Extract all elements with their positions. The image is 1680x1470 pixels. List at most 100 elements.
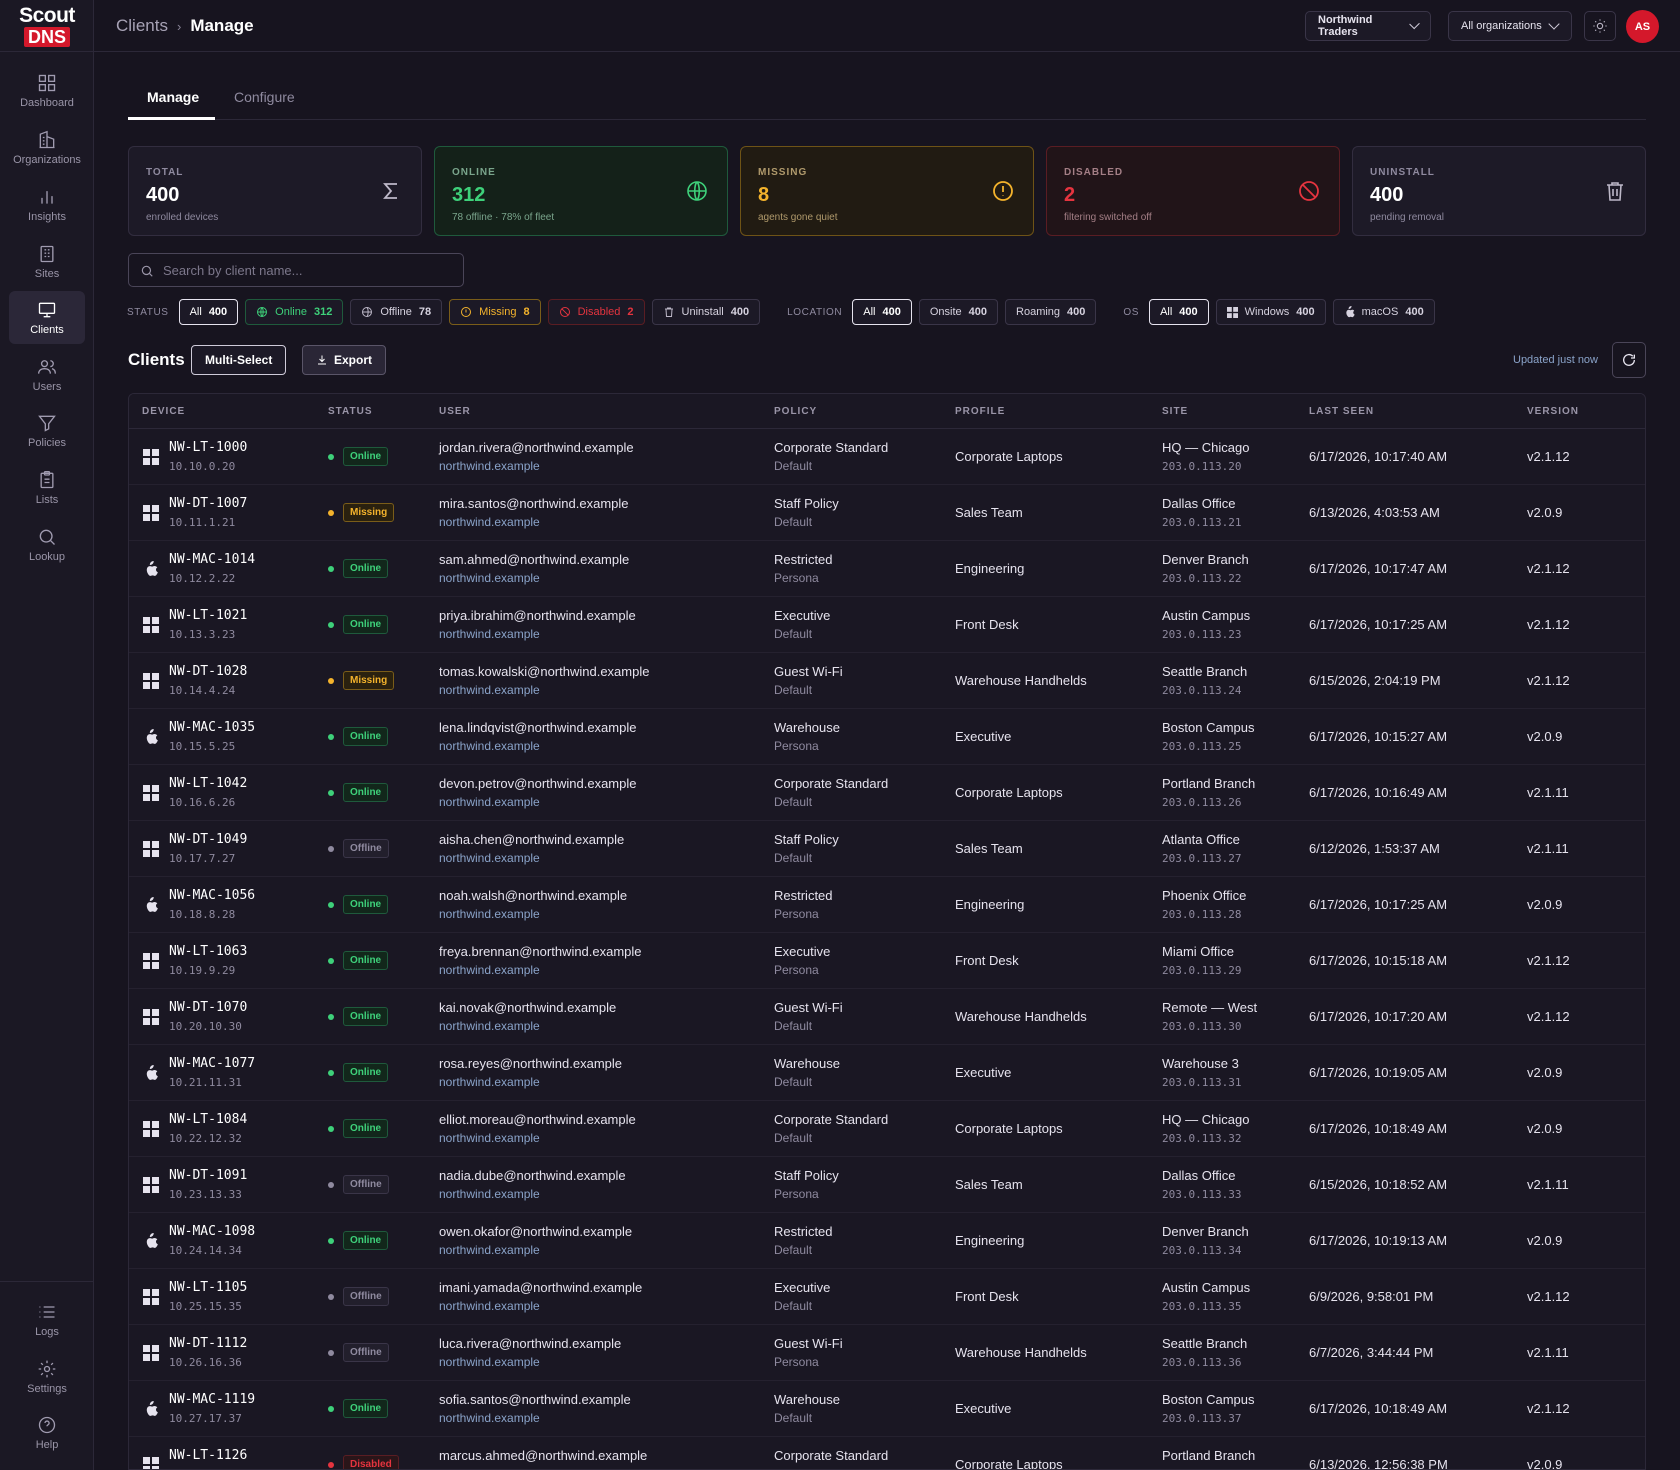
device-ip: 10.19.9.29 <box>169 964 236 977</box>
sidebar-item-policies[interactable]: Policies <box>9 404 85 457</box>
filter-status-all[interactable]: All 400 <box>178 299 239 325</box>
filter-status-disabled[interactable]: Disabled 2 <box>547 299 645 325</box>
filter-status-offline[interactable]: Offline 78 <box>350 299 443 325</box>
logo[interactable]: Scout DNS <box>16 5 78 47</box>
status-badge: Online <box>343 615 389 634</box>
refresh-button[interactable] <box>1612 342 1646 378</box>
column-header[interactable]: PROFILE <box>955 406 1005 417</box>
table-row[interactable]: NW-LT-1042 10.16.6.26 Online devon.petrov@n… <box>129 765 1645 821</box>
policy-name: Guest Wi-Fi <box>774 1000 843 1015</box>
column-header[interactable]: VERSION <box>1527 406 1579 417</box>
table-row[interactable]: NW-LT-1063 10.19.9.29 Online freya.brennan@… <box>129 933 1645 989</box>
table-row[interactable]: NW-DT-1049 10.17.7.27 Offline aisha.chen@no… <box>129 821 1645 877</box>
table-row[interactable]: NW-MAC-1098 10.24.14.34 Online owen.okafor@… <box>129 1213 1645 1269</box>
scope-select[interactable]: All organizations <box>1448 11 1572 41</box>
filter-os-macos[interactable]: macOS 400 <box>1332 299 1435 325</box>
stat-card-uninstall[interactable]: UNINSTALL 400 pending removal <box>1352 146 1646 236</box>
sidebar-item-organizations[interactable]: Organizations <box>9 121 85 174</box>
table-row[interactable]: NW-LT-1000 10.10.0.20 Online jordan.rivera@… <box>129 429 1645 485</box>
device-name[interactable]: NW-LT-1042 <box>169 776 247 791</box>
table-row[interactable]: NW-MAC-1119 10.27.17.37 Online sofia.santos… <box>129 1381 1645 1437</box>
device-name[interactable]: NW-DT-1007 <box>169 496 247 511</box>
sidebar-item-sites[interactable]: Sites <box>9 235 85 288</box>
device-name[interactable]: NW-LT-1126 <box>169 1448 247 1463</box>
sidebar-item-insights[interactable]: Insights <box>9 178 85 231</box>
device-name[interactable]: NW-DT-1112 <box>169 1336 247 1351</box>
stat-card-total[interactable]: TOTAL 400 enrolled devices <box>128 146 422 236</box>
device-name[interactable]: NW-LT-1021 <box>169 608 247 623</box>
profile-name: Warehouse Handhelds <box>955 1345 1087 1360</box>
sidebar-item-clients[interactable]: Clients <box>9 291 85 344</box>
export-button[interactable]: Export <box>302 345 387 375</box>
table-row[interactable]: NW-DT-1112 10.26.16.36 Offline luca.rivera@… <box>129 1325 1645 1381</box>
device-name[interactable]: NW-DT-1028 <box>169 664 247 679</box>
sidebar-item-dashboard[interactable]: Dashboard <box>9 64 85 117</box>
table-row[interactable]: NW-DT-1070 10.20.10.30 Online kai.novak@nor… <box>129 989 1645 1045</box>
filter-location-all[interactable]: All 400 <box>852 299 912 325</box>
filter-os-all[interactable]: All 400 <box>1149 299 1209 325</box>
tab-configure[interactable]: Configure <box>234 89 295 105</box>
sidebar-item-logs[interactable]: Logs <box>9 1293 85 1346</box>
site-ip: 203.0.113.22 <box>1162 572 1242 585</box>
filter-status-online[interactable]: Online 312 <box>245 299 344 325</box>
filter-location-onsite[interactable]: Onsite 400 <box>918 299 999 325</box>
device-name[interactable]: NW-LT-1000 <box>169 440 247 455</box>
sidebar-item-lists[interactable]: Lists <box>9 461 85 514</box>
agent-version: v2.1.12 <box>1527 953 1570 968</box>
device-name[interactable]: NW-MAC-1056 <box>169 888 255 903</box>
user-email: nadia.dube@northwind.example <box>439 1168 626 1183</box>
table-row[interactable]: NW-MAC-1035 10.15.5.25 Online lena.lindqvis… <box>129 709 1645 765</box>
device-name[interactable]: NW-DT-1091 <box>169 1168 247 1183</box>
avatar[interactable]: AS <box>1626 10 1659 43</box>
agent-version: v2.1.11 <box>1527 841 1569 856</box>
table-row[interactable]: NW-MAC-1056 10.18.8.28 Online noah.walsh@no… <box>129 877 1645 933</box>
stat-card-disabled[interactable]: DISABLED 2 filtering switched off <box>1046 146 1340 236</box>
device-name[interactable]: NW-DT-1049 <box>169 832 247 847</box>
org-select[interactable]: Northwind Traders <box>1305 11 1431 41</box>
user-email: marcus.ahmed@northwind.example <box>439 1448 648 1463</box>
device-name[interactable]: NW-LT-1084 <box>169 1112 247 1127</box>
stat-card-missing[interactable]: MISSING 8 agents gone quiet <box>740 146 1034 236</box>
search-input[interactable]: Search by client name... <box>128 253 464 287</box>
multi-select-button[interactable]: Multi-Select <box>191 345 287 375</box>
search-icon <box>141 265 153 277</box>
table-row[interactable]: NW-DT-1007 10.11.1.21 Missing mira.santos@n… <box>129 485 1645 541</box>
sidebar-item-settings[interactable]: Settings <box>9 1350 85 1403</box>
column-header[interactable]: DEVICE <box>142 406 185 417</box>
sidebar-item-users[interactable]: Users <box>9 348 85 401</box>
filter-status-uninstall[interactable]: Uninstall 400 <box>651 299 761 325</box>
column-header[interactable]: POLICY <box>774 406 817 417</box>
column-header[interactable]: SITE <box>1162 406 1188 417</box>
table-row[interactable]: NW-LT-1021 10.13.3.23 Online priya.ibrahim@… <box>129 597 1645 653</box>
filter-location-roaming[interactable]: Roaming 400 <box>1005 299 1097 325</box>
sidebar-item-lookup[interactable]: Lookup <box>9 518 85 571</box>
device-name[interactable]: NW-MAC-1077 <box>169 1056 255 1071</box>
agent-version: v2.0.9 <box>1527 897 1563 912</box>
device-name[interactable]: NW-MAC-1014 <box>169 552 255 567</box>
theme-toggle-button[interactable] <box>1584 11 1616 41</box>
tab-manage[interactable]: Manage <box>147 89 199 105</box>
table-row[interactable]: NW-DT-1028 10.14.4.24 Missing tomas.kowalsk… <box>129 653 1645 709</box>
table-row[interactable]: NW-LT-112610.28.18.38Disabledmarcus.ahme… <box>129 1437 1645 1469</box>
column-header[interactable]: USER <box>439 406 471 417</box>
filter-os-windows[interactable]: Windows 400 <box>1215 299 1326 325</box>
table-row[interactable]: NW-LT-1084 10.22.12.32 Online elliot.moreau… <box>129 1101 1645 1157</box>
table-row[interactable]: NW-DT-1091 10.23.13.33 Offline nadia.dube@n… <box>129 1157 1645 1213</box>
table-row[interactable]: NW-MAC-1014 10.12.2.22 Online sam.ahmed@nor… <box>129 541 1645 597</box>
breadcrumb-parent[interactable]: Clients <box>116 16 168 35</box>
table-row[interactable]: NW-MAC-1077 10.21.11.31 Online rosa.reyes@n… <box>129 1045 1645 1101</box>
column-header[interactable]: LAST SEEN <box>1309 406 1374 417</box>
device-name[interactable]: NW-MAC-1098 <box>169 1224 255 1239</box>
device-name[interactable]: NW-MAC-1119 <box>169 1392 255 1407</box>
profile-name: Executive <box>955 729 1012 744</box>
filter-status-missing[interactable]: Missing 8 <box>449 299 541 325</box>
column-header[interactable]: STATUS <box>328 406 373 417</box>
table-row[interactable]: NW-LT-1105 10.25.15.35 Offline imani.yamada… <box>129 1269 1645 1325</box>
sidebar-item-help[interactable]: Help <box>9 1406 85 1459</box>
device-name[interactable]: NW-LT-1105 <box>169 1280 247 1295</box>
stat-card-online[interactable]: ONLINE 312 78 offline · 78% of fleet <box>434 146 728 236</box>
device-name[interactable]: NW-DT-1070 <box>169 1000 247 1015</box>
device-name[interactable]: NW-LT-1063 <box>169 944 247 959</box>
device-name[interactable]: NW-MAC-1035 <box>169 720 255 735</box>
user-email: aisha.chen@northwind.example <box>439 832 625 847</box>
